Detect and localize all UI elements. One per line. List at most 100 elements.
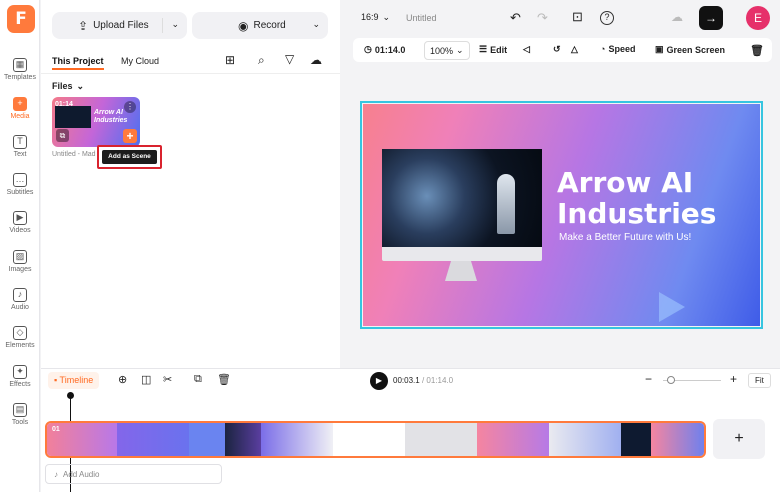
- rail-item-label: Elements: [5, 341, 35, 349]
- rail-item-templates[interactable]: ▦ Templates: [0, 50, 40, 88]
- current-time: 00:03.1: [393, 376, 420, 385]
- rail-item-images[interactable]: ▨ Images: [0, 242, 40, 280]
- add-as-scene-button[interactable]: +: [123, 129, 137, 143]
- timeline-panel: ▪ Timeline ⊕ ◫ ✂ ⧉ 🗑 ▶ 00:03.1 / 01:14.0…: [41, 368, 780, 492]
- canvas-scene: Arrow AI Industries Make a Better Future…: [363, 104, 760, 326]
- speed-button[interactable]: ◔ Speed: [600, 44, 635, 54]
- split-icon[interactable]: ◫: [141, 373, 151, 386]
- scissors-icon[interactable]: ✂: [163, 373, 172, 386]
- clip-frame: [549, 423, 621, 456]
- canvas-subtitle: Make a Better Future with Us!: [559, 232, 692, 243]
- audio-icon: ♪: [13, 287, 27, 302]
- search-icon[interactable]: ⌕: [258, 53, 265, 68]
- tab-this-project[interactable]: This Project: [52, 56, 104, 70]
- clip-frame: [117, 423, 189, 456]
- cloud-icon[interactable]: ☁: [310, 53, 322, 67]
- media-duration: 01:14: [55, 101, 73, 108]
- project-title[interactable]: Untitled: [406, 13, 437, 23]
- thumbnail-monitor: [55, 106, 91, 128]
- media-thumbnail[interactable]: 01:14 Arrow AI Industries ⋮ ⧉ +: [52, 97, 140, 147]
- monitor-graphic: [382, 149, 542, 261]
- aspect-ratio-dropdown[interactable]: 16:9 ⌄: [361, 12, 390, 23]
- rail-item-subtitles[interactable]: … Subtitles: [0, 165, 40, 203]
- rail-item-label: Effects: [9, 380, 31, 388]
- zoom-dropdown[interactable]: 100% ⌄: [424, 41, 470, 60]
- flip-icon[interactable]: △: [571, 44, 578, 55]
- user-avatar[interactable]: E: [746, 6, 770, 30]
- new-folder-icon[interactable]: ⊞: [225, 53, 235, 67]
- undo-icon[interactable]: ↶: [510, 10, 521, 26]
- add-scene-button[interactable]: +: [713, 419, 765, 459]
- chevron-down-icon[interactable]: ⌄: [171, 19, 179, 30]
- duplicate-icon[interactable]: ⧉: [194, 373, 202, 386]
- robot-figure: [497, 174, 515, 234]
- clip-frame: [477, 423, 549, 456]
- total-time: 01:14.0: [426, 376, 454, 385]
- add-icon[interactable]: ⊕: [118, 373, 127, 386]
- upload-icon: ⇪: [78, 18, 89, 33]
- fit-button[interactable]: Fit: [748, 373, 771, 388]
- delete-icon[interactable]: 🗑: [750, 44, 764, 57]
- play-button[interactable]: ▶: [370, 372, 388, 390]
- rail-item-tools[interactable]: ▤ Tools: [0, 395, 40, 433]
- clock-icon: ◷: [364, 44, 372, 54]
- rail-item-label: Audio: [11, 303, 29, 311]
- zoom-in-icon[interactable]: +: [730, 372, 737, 386]
- add-audio-button[interactable]: ♪ Add Audio: [45, 464, 222, 484]
- green-screen-button[interactable]: ▣ Green Screen: [655, 44, 725, 55]
- chevron-down-icon[interactable]: ⌄: [312, 19, 320, 30]
- clip-frame: [189, 423, 225, 456]
- replace-icon[interactable]: ⧉: [56, 129, 69, 142]
- record-button[interactable]: ◉ Record ⌄: [192, 12, 328, 39]
- media-name: Untitled - Mad: [52, 151, 96, 158]
- rail-item-label: Media: [10, 112, 30, 120]
- rail-item-label: Templates: [4, 73, 36, 81]
- volume-icon[interactable]: ◁: [523, 44, 530, 55]
- more-options-icon[interactable]: ⋮: [124, 101, 136, 113]
- zoom-out-icon[interactable]: −: [645, 372, 652, 386]
- effects-icon: ✦: [13, 364, 27, 379]
- highlight-box: Add as Scene: [97, 145, 162, 169]
- files-dropdown[interactable]: Files ⌄: [52, 81, 84, 92]
- cloud-sync-icon[interactable]: ☁: [671, 10, 683, 24]
- rail-item-text[interactable]: T Text: [0, 127, 40, 165]
- delete-icon[interactable]: 🗑: [217, 373, 231, 386]
- rail-item-videos[interactable]: ▶ Videos: [0, 203, 40, 241]
- music-note-icon: ♪: [54, 469, 58, 479]
- rail-item-label: Images: [8, 265, 32, 273]
- media-icon: +: [13, 96, 27, 111]
- rotate-icon[interactable]: ↺: [553, 44, 561, 55]
- edit-button[interactable]: ☰ Edit: [479, 44, 507, 55]
- timeline-icon: ▪: [54, 375, 58, 385]
- rail-item-elements[interactable]: ◇ Elements: [0, 318, 40, 356]
- clip-frame: [225, 423, 261, 456]
- green-screen-icon: ▣: [655, 44, 664, 54]
- rail-item-effects[interactable]: ✦ Effects: [0, 357, 40, 395]
- monitor-stand: [445, 261, 477, 281]
- video-clip[interactable]: 01: [45, 421, 706, 458]
- zoom-slider-handle[interactable]: [667, 376, 675, 384]
- rail-item-audio[interactable]: ♪ Audio: [0, 280, 40, 318]
- export-button[interactable]: →: [699, 6, 723, 30]
- duration-control[interactable]: ◷ 01:14.0: [364, 44, 405, 55]
- templates-icon: ▦: [13, 57, 27, 72]
- rail-item-label: Tools: [11, 418, 29, 426]
- help-icon[interactable]: ?: [600, 11, 614, 25]
- play-shape-decoration: [659, 292, 685, 322]
- chevron-down-icon: ⌄: [76, 81, 85, 91]
- canvas-preview[interactable]: Arrow AI Industries Make a Better Future…: [360, 101, 763, 329]
- timeline-toggle[interactable]: ▪ Timeline: [48, 372, 100, 389]
- rail-item-media[interactable]: + Media: [0, 89, 40, 127]
- filter-icon[interactable]: ▽: [285, 52, 294, 66]
- left-rail: F ▦ Templates + Media T Text… Subtitles ▶ Videos…: [0, 0, 40, 492]
- tab-my-cloud[interactable]: My Cloud: [121, 56, 159, 66]
- redo-icon[interactable]: ↷: [537, 10, 548, 26]
- sliders-icon: ☰: [479, 44, 488, 54]
- canvas-title: Arrow AI Industries: [557, 166, 717, 230]
- upload-files-button[interactable]: ⇪ Upload Files ⌄: [52, 12, 187, 39]
- monitor-screen: [382, 149, 542, 247]
- subtitles-icon: …: [13, 172, 27, 187]
- add-as-scene-tooltip: Add as Scene: [102, 150, 157, 164]
- preview-icon[interactable]: ⊡: [572, 9, 583, 25]
- app-logo[interactable]: F: [7, 5, 35, 33]
